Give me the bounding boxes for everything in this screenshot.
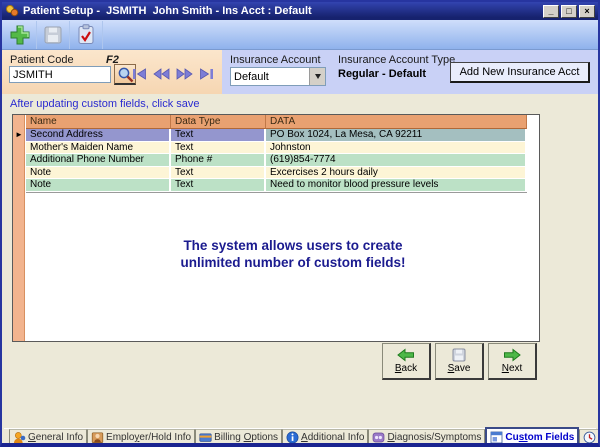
save-button-label: Save xyxy=(448,363,471,374)
grid-row[interactable]: Additional Phone NumberPhone #(619)854-7… xyxy=(26,154,527,167)
tab-custom-fields-label: Custom Fields xyxy=(505,432,574,443)
status-message: After updating custom fields, click save xyxy=(10,98,200,110)
tab-general-info[interactable]: General Info xyxy=(9,429,87,446)
diagnosis-icon xyxy=(372,431,385,444)
next-button-label: Next xyxy=(502,363,523,374)
billing-icon xyxy=(199,431,212,444)
window-title: Patient Setup - JSMITH John Smith - Ins … xyxy=(23,5,539,17)
patient-setup-window: Patient Setup - JSMITH John Smith - Ins … xyxy=(0,0,600,447)
nav-last-icon[interactable] xyxy=(199,68,214,80)
back-button-label: Back xyxy=(395,363,417,374)
grid-row[interactable]: Mother's Maiden NameTextJohnston xyxy=(26,142,527,155)
clock-icon xyxy=(583,431,596,444)
grid-cell[interactable]: Text xyxy=(171,167,266,180)
insurance-account-select[interactable]: Default xyxy=(230,67,326,86)
app-icon xyxy=(5,4,19,18)
info-message: The system allows users to create unlimi… xyxy=(13,237,539,271)
row-selector-column: ► xyxy=(13,115,25,341)
grid-cell[interactable]: Text xyxy=(171,129,266,142)
chevron-down-icon[interactable] xyxy=(309,68,325,85)
grid-cell[interactable]: Second Address xyxy=(26,129,171,142)
grid-cell[interactable]: PO Box 1024, La Mesa, CA 92211 xyxy=(266,129,527,142)
info-message-line1: The system allows users to create xyxy=(47,237,539,254)
grid-cell[interactable]: Phone # xyxy=(171,154,266,167)
grid-cell[interactable]: Note xyxy=(26,179,171,192)
tab-diagnosis-symptoms[interactable]: Diagnosis/Symptoms xyxy=(368,429,485,446)
info-icon xyxy=(286,431,299,444)
insurance-account-value: Default xyxy=(231,71,309,83)
floppy-small-icon xyxy=(452,348,466,362)
grid-cell[interactable]: Need to monitor blood pressure levels xyxy=(266,179,527,192)
grid-header-cell: DATA xyxy=(266,115,527,129)
tab-billing-options-label: Billing Options xyxy=(214,432,278,443)
tab-additional-info-label: Additional Info xyxy=(301,432,364,443)
selected-row-arrow: ► xyxy=(15,131,23,139)
insurance-account-type-value: Regular - Default xyxy=(338,68,426,80)
arrow-left-icon xyxy=(397,348,415,362)
insurance-account-type-label: Insurance Account Type xyxy=(338,54,455,66)
verify-button[interactable] xyxy=(70,21,103,49)
grid-cell[interactable]: Excercises 2 hours daily xyxy=(266,167,527,180)
tab-general-info-label: General Info xyxy=(28,432,83,443)
close-button[interactable]: × xyxy=(579,5,595,18)
maximize-button[interactable]: □ xyxy=(561,5,577,18)
back-button[interactable]: Back xyxy=(382,343,431,380)
custom-fields-grid: ► NameData TypeDATA Second AddressTextPO… xyxy=(12,114,540,342)
tab-billing-options[interactable]: Billing Options xyxy=(195,429,282,446)
grid-cell[interactable]: Mother's Maiden Name xyxy=(26,142,171,155)
arrow-right-icon xyxy=(503,348,521,362)
bottom-tab-bar: General Info Employer/Hold Info Billing Op… xyxy=(4,428,596,447)
clipboard-check-icon xyxy=(77,24,95,45)
tab-custom-fields[interactable]: Custom Fields xyxy=(485,427,579,447)
next-button[interactable]: Next xyxy=(488,343,537,380)
grid-cell[interactable]: (619)854-7774 xyxy=(266,154,527,167)
grid-cell[interactable]: Text xyxy=(171,179,266,192)
info-message-line2: unlimited number of custom fields! xyxy=(47,254,539,271)
tab-appointments[interactable]: Appointments xyxy=(579,429,600,446)
patient-code-input[interactable] xyxy=(9,66,111,83)
minimize-button[interactable]: _ xyxy=(543,5,559,18)
grid-body: Second AddressTextPO Box 1024, La Mesa, … xyxy=(26,129,527,192)
tab-employer-hold-info[interactable]: Employer/Hold Info xyxy=(87,429,195,446)
patient-code-label: Patient Code xyxy=(10,54,74,66)
grid-cell[interactable]: Additional Phone Number xyxy=(26,154,171,167)
tab-employer-hold-info-label: Employer/Hold Info xyxy=(106,432,191,443)
grid-cell[interactable]: Johnston xyxy=(266,142,527,155)
grid-row[interactable]: NoteTextNeed to monitor blood pressure l… xyxy=(26,179,527,192)
grid-row[interactable]: NoteTextExcercises 2 hours daily xyxy=(26,167,527,180)
save-record-button[interactable] xyxy=(37,21,70,49)
add-new-insurance-acct-button[interactable]: Add New Insurance Acct xyxy=(450,62,590,83)
grid-cell[interactable]: Text xyxy=(171,142,266,155)
grid-cell[interactable]: Note xyxy=(26,167,171,180)
save-button[interactable]: Save xyxy=(435,343,484,380)
grid-table: NameData TypeDATA Second AddressTextPO B… xyxy=(26,115,527,193)
insurance-account-label: Insurance Account xyxy=(230,54,321,66)
nav-first-icon[interactable] xyxy=(132,68,147,80)
nav-prev-icon[interactable] xyxy=(153,68,170,80)
plus-icon xyxy=(9,24,31,46)
floppy-icon xyxy=(43,25,63,45)
main-toolbar xyxy=(2,20,598,50)
tab-diagnosis-symptoms-label: Diagnosis/Symptoms xyxy=(387,432,481,443)
grid-header-cell: Name xyxy=(26,115,171,129)
nav-next-icon[interactable] xyxy=(176,68,193,80)
grid-header-cell: Data Type xyxy=(171,115,266,129)
add-record-button[interactable] xyxy=(4,21,37,49)
custom-fields-icon xyxy=(490,431,503,444)
person-icon xyxy=(13,431,26,444)
grid-header-row: NameData TypeDATA xyxy=(26,115,527,129)
tab-additional-info[interactable]: Additional Info xyxy=(282,429,368,446)
title-bar: Patient Setup - JSMITH John Smith - Ins … xyxy=(2,2,598,20)
grid-row[interactable]: Second AddressTextPO Box 1024, La Mesa, … xyxy=(26,129,527,142)
employer-icon xyxy=(91,431,104,444)
